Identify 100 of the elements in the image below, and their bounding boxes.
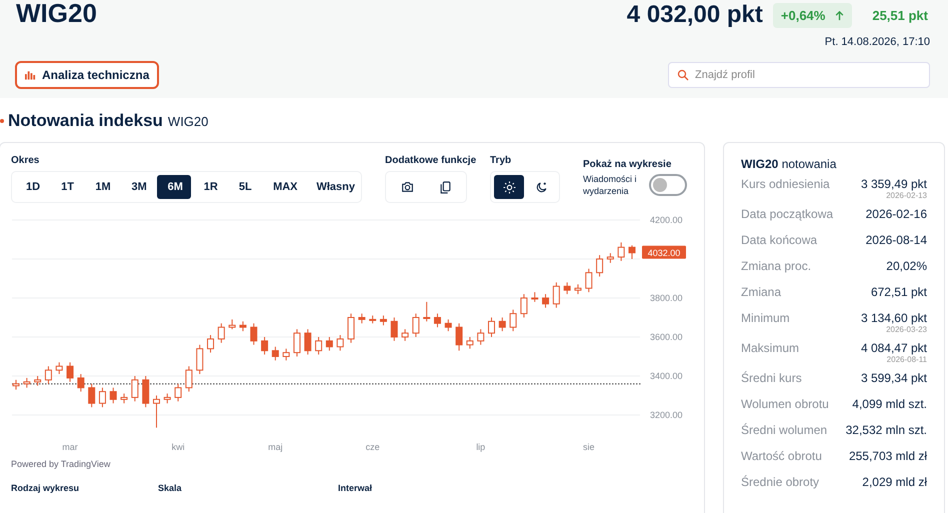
period-tab[interactable]: MAX xyxy=(262,175,304,199)
candlestick xyxy=(88,383,96,408)
camera-icon xyxy=(400,181,414,193)
candlestick xyxy=(293,328,300,357)
light-mode-button[interactable] xyxy=(494,175,524,199)
stat-value: 3 359,49 pkt xyxy=(860,177,927,191)
candlestick xyxy=(585,268,592,293)
search-icon xyxy=(677,69,689,81)
candlestick xyxy=(98,387,106,408)
candlestick xyxy=(520,294,528,318)
axis-tick-label: kwi xyxy=(172,442,185,452)
section-subtitle: WIG20 xyxy=(168,114,208,128)
axis-tick-label: sie xyxy=(583,442,595,452)
technical-analysis-button[interactable]: Analiza techniczna xyxy=(15,61,160,89)
candlestick xyxy=(326,336,333,352)
candlestick xyxy=(218,322,225,344)
chart-footer: Powered by TradingView xyxy=(11,459,693,469)
section-marker xyxy=(0,119,4,123)
stat-label: Wartość obrotu xyxy=(741,449,822,463)
period-tab[interactable]: 3M xyxy=(120,175,155,199)
stat-label: Minimum xyxy=(741,311,790,325)
candlestick xyxy=(552,282,560,308)
stat-label: Średni wolumen xyxy=(741,423,828,437)
stat-label: Średni kurs xyxy=(741,371,802,385)
stat-label: Wolumen obrotu xyxy=(741,397,829,411)
candlestick xyxy=(412,313,420,338)
candlestick xyxy=(434,313,441,328)
candlestick xyxy=(510,309,517,332)
axis-tick-label: 4200.00 xyxy=(650,215,683,225)
change-percent-badge: +0,64% xyxy=(772,3,852,28)
candlestick xyxy=(120,393,128,404)
candlestick xyxy=(618,242,625,262)
candlestick xyxy=(596,254,604,278)
period-tab[interactable]: 6M xyxy=(156,175,191,199)
period-tab[interactable]: 5L xyxy=(228,175,260,199)
stat-value: 32,532 mln szt. xyxy=(846,423,927,437)
candlestick xyxy=(142,376,150,408)
candlestick xyxy=(304,328,312,356)
stat-value: 4 084,47 pkt xyxy=(860,341,927,355)
stat-label: Maksimum xyxy=(741,341,800,355)
stat-value: 4,099 mld szt. xyxy=(852,397,927,411)
candlestick xyxy=(77,374,84,392)
candlestick xyxy=(628,244,636,260)
option-label: Interwał xyxy=(338,483,374,493)
candlestick xyxy=(423,301,430,322)
candlestick xyxy=(164,393,171,404)
bar-chart-icon xyxy=(25,70,36,80)
candlestick xyxy=(196,344,204,375)
axis-tick-label: 3400.00 xyxy=(650,371,683,381)
stat-value: 3 134,60 pkt xyxy=(860,311,927,325)
candlestick xyxy=(498,317,506,332)
stat-value: 2026-02-16 xyxy=(866,207,927,221)
period-tab[interactable]: 1T xyxy=(50,175,82,199)
stat-label: Data początkowa xyxy=(741,207,834,221)
candlestick xyxy=(358,313,366,324)
show-on-chart-label: Pokaż na wykresie xyxy=(583,159,672,170)
stat-date: 2026-03-23 xyxy=(886,325,927,334)
axis-tick-label: cze xyxy=(366,442,380,452)
candlestick xyxy=(250,322,258,346)
stat-label: Średnie obroty xyxy=(741,475,820,489)
candlestick xyxy=(380,315,387,326)
mode-label: Tryb xyxy=(490,155,512,166)
candlestick xyxy=(564,282,571,295)
arrow-up-icon xyxy=(835,10,844,20)
candlestick xyxy=(34,376,42,386)
option-label: Rodzaj wykresu xyxy=(11,483,80,493)
period-tab[interactable]: 1D xyxy=(15,175,48,199)
events-label: Wiadomości i wydarzenia xyxy=(583,173,638,198)
candlestick xyxy=(12,379,20,390)
candlestick xyxy=(239,320,246,332)
period-tab[interactable]: Własny xyxy=(305,175,358,199)
candlestick xyxy=(574,284,582,295)
candlestick xyxy=(456,322,463,352)
candlestick xyxy=(174,383,182,402)
candlestick xyxy=(282,348,290,361)
extras-label: Dodatkowe funkcje xyxy=(385,155,478,166)
sun-icon xyxy=(502,180,516,194)
stat-date: 2026-02-13 xyxy=(886,191,927,200)
period-label: Okres xyxy=(11,155,40,166)
candlestick xyxy=(390,317,398,342)
stats-title: WIG20 notowania xyxy=(741,157,838,171)
stat-label: Zmiana xyxy=(741,285,782,299)
stat-value: 20,02% xyxy=(886,259,927,273)
change-value: 25,51 pkt xyxy=(872,8,928,23)
search-field[interactable]: Znajdź profil xyxy=(668,62,930,88)
option-label: Skala xyxy=(158,483,183,493)
period-tab[interactable]: 1M xyxy=(84,175,118,199)
stat-label: Kurs odniesienia xyxy=(741,177,830,191)
stat-label: Zmiana proc. xyxy=(741,259,812,273)
index-price: 4 032,00 pkt xyxy=(626,0,763,28)
candlestick xyxy=(315,336,322,356)
stat-value: 2026-08-14 xyxy=(866,233,927,247)
stat-value: 672,51 pkt xyxy=(870,285,927,299)
candlestick xyxy=(44,366,52,384)
stat-value: 3 599,34 pkt xyxy=(860,371,927,385)
candlestick xyxy=(348,313,355,344)
events-toggle[interactable] xyxy=(649,174,687,196)
axis-tick-label: lip xyxy=(476,442,486,452)
candlestick xyxy=(153,395,160,428)
period-tab[interactable]: 1R xyxy=(192,175,226,199)
